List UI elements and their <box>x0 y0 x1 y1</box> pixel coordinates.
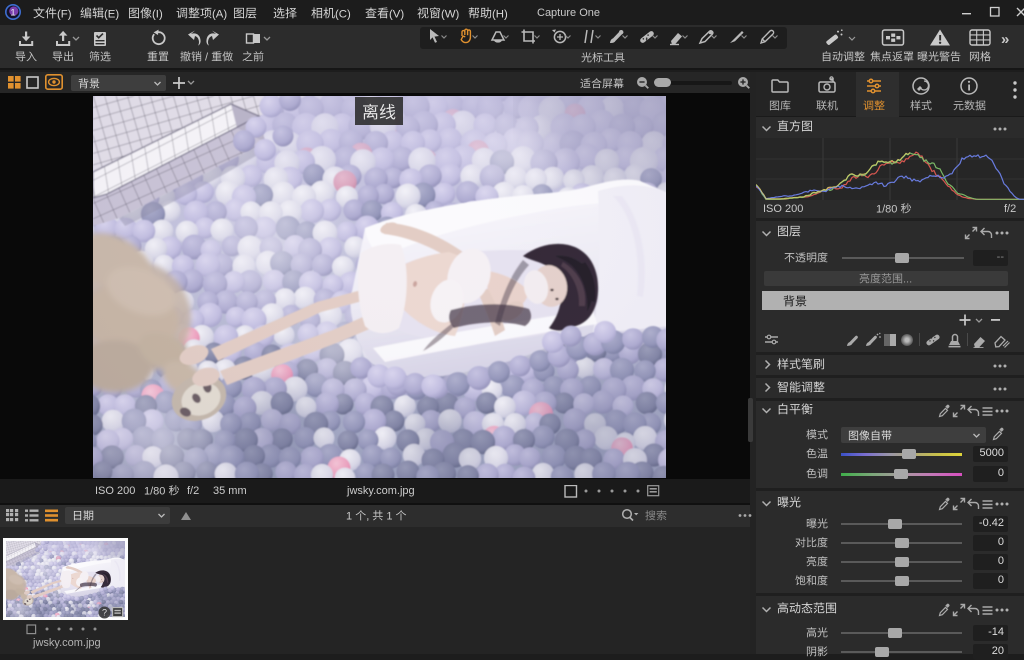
svg-text:/: / <box>202 51 211 63</box>
svg-text:?: ? <box>102 608 107 618</box>
svg-text:(F): (F) <box>57 8 72 20</box>
svg-text:(I): (I) <box>152 8 163 20</box>
svg-text:1/80: 1/80 <box>144 485 168 497</box>
svg-text:1: 1 <box>383 510 395 522</box>
svg-text:(H): (H) <box>492 8 508 20</box>
svg-text:1/80: 1/80 <box>876 203 900 215</box>
svg-text:(C): (C) <box>335 8 351 20</box>
svg-text:(V): (V) <box>389 8 404 20</box>
svg-text:1: 1 <box>10 8 15 19</box>
svg-text:(A): (A) <box>212 8 227 20</box>
svg-text:(W): (W) <box>441 8 460 20</box>
svg-text:(E): (E) <box>104 8 119 20</box>
svg-text:1: 1 <box>346 510 355 522</box>
svg-text:...: ... <box>903 273 912 285</box>
svg-text:,: , <box>366 510 372 522</box>
